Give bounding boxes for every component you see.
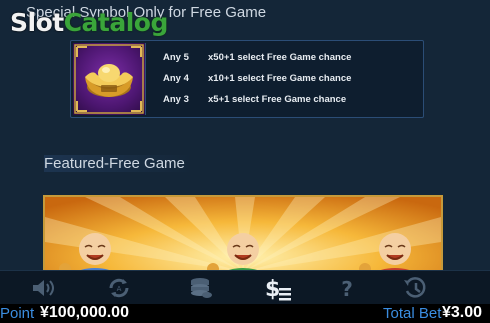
svg-text:$: $ [265,277,280,301]
payout-text: x10+1 select Free Game chance [208,73,352,84]
auto-spin-icon: A [109,278,129,298]
auto-spin-button[interactable]: A [104,275,134,301]
sound-icon [33,280,54,296]
sound-button[interactable] [28,275,58,301]
gold-ingot-icon [73,43,146,115]
help-icon: ? [341,277,353,300]
svg-text:?: ? [341,277,353,300]
watermark-logo: SlotCatalog [10,8,168,37]
featured-free-game-title: Featured-Free Game [44,155,193,172]
payout-list: Any 5 x50+1 select Free Game chance Any 4… [163,47,351,110]
point-balance: ¥100,000.00 [40,304,129,321]
history-icon [404,277,426,298]
payout-row: Any 3 x5+1 select Free Game chance [163,89,351,110]
payout-count: Any 3 [163,94,189,105]
payout-count: Any 5 [163,52,189,63]
logo-slot: Slot [10,8,64,37]
special-symbol-panel: Any 5 x50+1 select Free Game chance Any 4… [70,40,424,118]
help-button[interactable]: ? [332,275,362,301]
coin-stack-icon [191,278,212,298]
total-bet-label: Total Bet [383,305,442,322]
point-label: Point [0,305,35,322]
paytable-icon: $ [265,277,291,301]
coin-stack-button[interactable] [186,275,216,301]
svg-text:A: A [117,285,122,293]
payout-text: x50+1 select Free Game chance [208,52,352,63]
status-bar: Point ¥100,000.00 Total Bet ¥3.00 [0,304,490,323]
total-bet-value: ¥3.00 [442,304,483,321]
history-button[interactable] [400,275,430,301]
payout-row: Any 5 x50+1 select Free Game chance [163,47,351,68]
logo-catalog: Catalog [63,8,169,37]
paytable-button[interactable]: $ [263,275,293,301]
bottom-toolbar: A $ ? [0,270,490,305]
payout-count: Any 4 [163,73,189,84]
payout-row: Any 4 x10+1 select Free Game chance [163,68,351,89]
paytable-screen: Special Symbol Only for Free Game SlotCa… [0,0,490,323]
payout-text: x5+1 select Free Game chance [208,94,347,105]
